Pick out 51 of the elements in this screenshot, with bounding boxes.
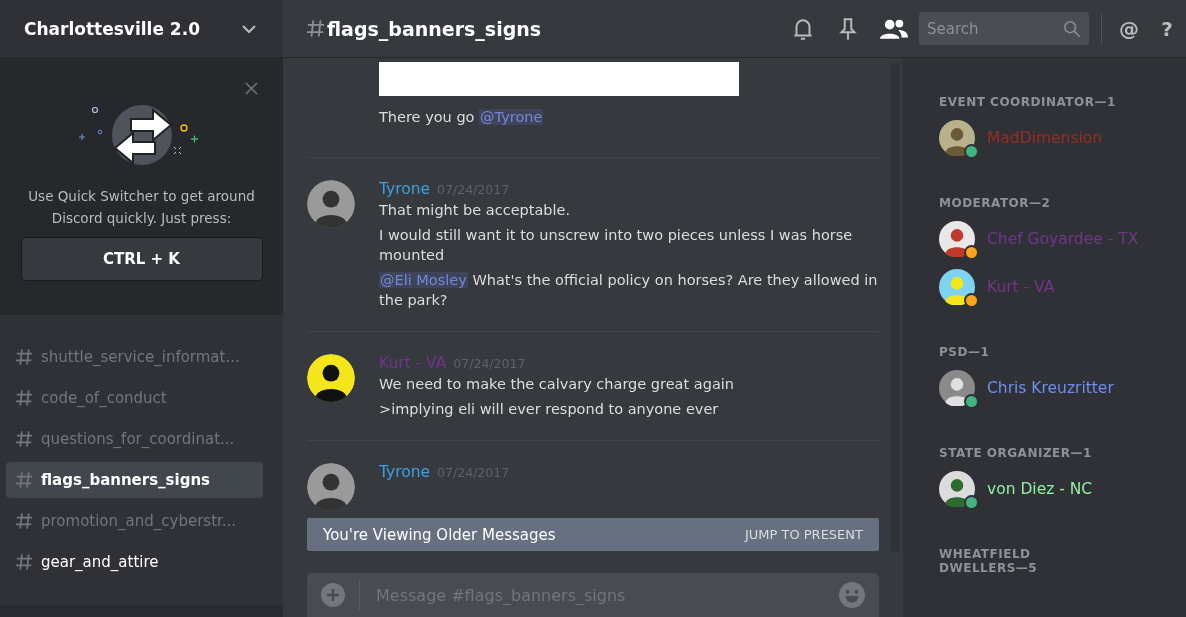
search-box[interactable]: Search	[919, 12, 1089, 45]
avatar	[939, 120, 975, 156]
channel-item[interactable]: promotion_and_cyberstr...	[6, 503, 263, 539]
hash-icon	[16, 472, 33, 488]
close-icon[interactable]	[245, 82, 258, 95]
hash-icon	[16, 513, 33, 529]
role-heading: STATE ORGANIZER—1	[939, 446, 1093, 460]
shortcut-key: CTRL + K	[20, 237, 263, 281]
message-text: @Eli Mosley What's the official policy on horses? Are they allowed in the park?	[379, 271, 879, 310]
channel-item[interactable]: shuttle_service_informat...	[6, 339, 263, 375]
server-name: Charlottesville 2.0	[24, 18, 200, 39]
message-text: >implying eli will ever respond to anyone ever	[379, 400, 720, 419]
user-mention[interactable]: @Tyrone	[479, 109, 544, 125]
hash-icon	[16, 390, 33, 406]
channel-item[interactable]: flags_banners_signs	[6, 462, 263, 498]
header-button[interactable]: @	[1110, 16, 1148, 41]
role-heading: EVENT COORDINATOR—1	[939, 95, 1117, 109]
hash-icon	[16, 349, 33, 365]
message-text: That might be acceptable.	[379, 201, 572, 220]
message-author[interactable]: Tyrone	[379, 463, 431, 481]
hash-icon	[307, 20, 325, 37]
channel-item[interactable]: gear_and_attire	[6, 544, 263, 580]
server-header[interactable]: Charlottesville 2.0	[0, 0, 283, 57]
quick-switcher-hint: Use Quick Switcher to get around Discord quickly. Just press:	[27, 187, 256, 228]
role-heading: WHEATFIELD DWELLERS—5	[939, 547, 1039, 575]
hash-icon	[16, 431, 33, 447]
avatar	[307, 354, 355, 402]
avatar	[939, 269, 975, 305]
member-item[interactable]: von Diez - NC	[939, 469, 1176, 509]
header-button[interactable]: ?	[1148, 16, 1186, 41]
message-text: We need to make the calvary charge great again	[379, 375, 735, 394]
role-heading: PSD—1	[939, 345, 991, 359]
message-text: There you go @Tyrone	[379, 108, 545, 127]
avatar	[939, 221, 975, 257]
avatar	[307, 463, 355, 511]
channel-item[interactable]: questions_for_coordinat...	[6, 421, 263, 457]
avatar	[307, 180, 355, 228]
search-field[interactable]: Search	[925, 18, 1063, 39]
role-heading: MODERATOR—2	[939, 196, 1052, 210]
channel-name: flags_banners_signs	[327, 17, 542, 40]
user-mention[interactable]: @Eli Mosley	[379, 272, 468, 288]
avatar	[939, 370, 975, 406]
channel-item[interactable]: code_of_conduct	[6, 380, 263, 416]
banner-text: You're Viewing Older Messages	[323, 525, 556, 544]
search-icon	[1063, 19, 1081, 38]
message-text: I would still want it to unscrew into two pieces unless I was horse mounted	[379, 226, 854, 265]
message-author[interactable]: Tyrone	[379, 180, 431, 198]
hash-icon	[16, 554, 33, 570]
jump-to-present-link[interactable]: JUMP TO PRESENT	[744, 527, 863, 542]
avatar	[939, 471, 975, 507]
member-item[interactable]: Chris Kreuzritter	[939, 368, 1176, 408]
